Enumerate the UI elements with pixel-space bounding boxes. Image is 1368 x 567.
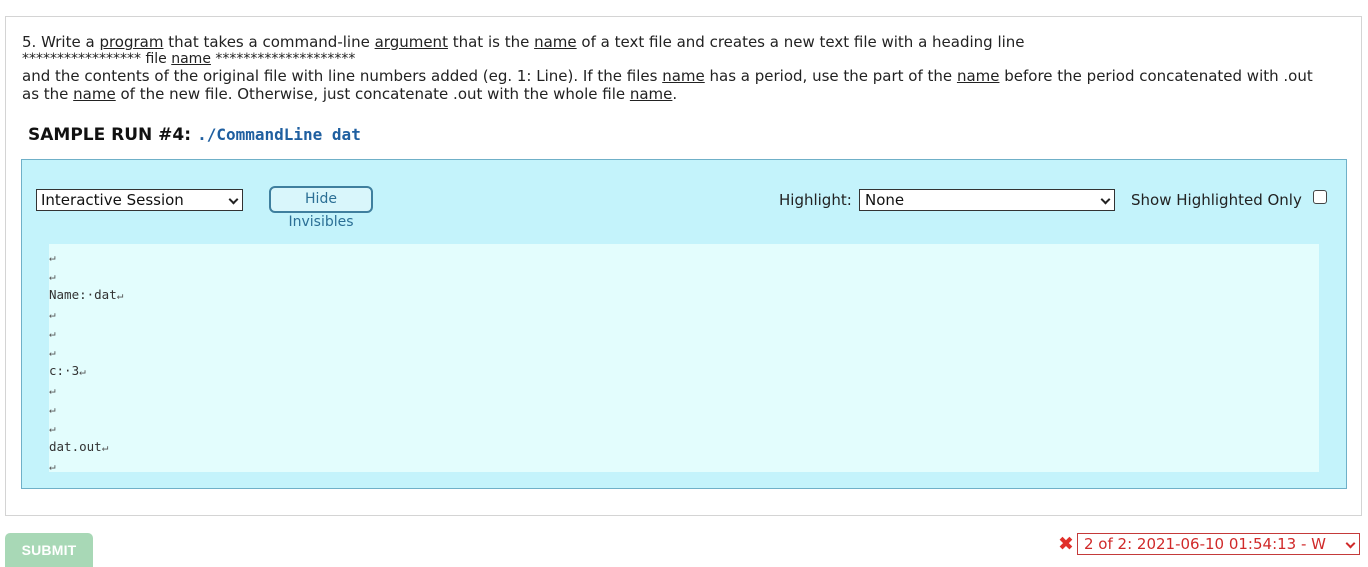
submission-version-value: 2 of 2: 2021-06-10 01:54:13 - W xyxy=(1084,535,1326,553)
chevron-down-icon xyxy=(1345,538,1356,549)
link-name[interactable]: name xyxy=(630,85,673,103)
text-segment: as the xyxy=(22,85,74,103)
session-type-select[interactable]: Interactive Session xyxy=(36,189,243,211)
output-line: ↵ xyxy=(49,323,56,342)
return-icon: ↵ xyxy=(116,289,124,302)
return-icon: ↵ xyxy=(49,384,56,397)
output-line: Name:·dat↵ xyxy=(49,285,123,304)
link-name-heading[interactable]: name xyxy=(171,51,211,67)
session-output: ↵ ↵ Name:·dat↵ ↵ ↵ ↵ c:·3↵ ↵ ↵ ↵ dat.out↵ ↵ xyxy=(49,244,1319,475)
return-icon: ↵ xyxy=(49,460,56,473)
problem-line-2: and the contents of the original file wi… xyxy=(22,67,1342,85)
hide-invisibles-button[interactable]: Hide Invisibles xyxy=(269,186,373,230)
output-line: ↵ xyxy=(49,456,56,475)
output-line: ↵ xyxy=(49,342,56,361)
highlight-select[interactable]: None xyxy=(859,189,1115,211)
link-name[interactable]: name xyxy=(957,67,1000,85)
output-line: ↵ xyxy=(49,380,56,399)
sample-run-title: SAMPLE RUN #4: xyxy=(28,125,192,145)
output-line: ↵ xyxy=(49,399,56,418)
return-icon: ↵ xyxy=(49,270,56,283)
session-panel: Interactive Session Hide Invisibles High… xyxy=(21,159,1347,489)
output-line-text: Name:·dat xyxy=(49,287,117,302)
link-program[interactable]: program xyxy=(99,33,163,51)
chevron-down-icon xyxy=(1100,194,1111,205)
heading-line-example: ***************** file name ************… xyxy=(22,51,1342,67)
show-highlighted-only-checkbox[interactable] xyxy=(1313,190,1327,204)
link-name[interactable]: name xyxy=(662,67,705,85)
text-segment: that is the xyxy=(447,33,535,51)
output-line: dat.out↵ xyxy=(49,437,108,456)
text-segment: Write a xyxy=(41,33,100,51)
output-line: ↵ xyxy=(49,418,56,437)
output-line-text: dat.out xyxy=(49,439,102,454)
close-icon: ✖ xyxy=(1058,533,1074,555)
sample-run-command: ./CommandLine dat xyxy=(197,125,361,144)
session-type-value: Interactive Session xyxy=(41,191,184,209)
text-segment: has a period, use the part of the xyxy=(704,67,957,85)
return-icon: ↵ xyxy=(49,327,56,340)
link-name[interactable]: name xyxy=(73,85,116,103)
show-highlighted-only-label: Show Highlighted Only xyxy=(1131,191,1302,209)
sample-run-heading: SAMPLE RUN #4: ./CommandLine dat xyxy=(28,125,361,145)
return-icon: ↵ xyxy=(101,441,109,454)
text-segment: and the contents of the original file wi… xyxy=(22,67,663,85)
link-argument[interactable]: argument xyxy=(375,33,448,51)
return-icon: ↵ xyxy=(49,422,56,435)
link-name[interactable]: name xyxy=(534,33,577,51)
highlight-value: None xyxy=(865,191,905,209)
heading-word-file: file xyxy=(145,51,167,67)
output-line: ↵ xyxy=(49,247,56,266)
problem-line-1: 5. Write a program that takes a command-… xyxy=(22,33,1342,51)
output-line: c:·3↵ xyxy=(49,361,86,380)
return-icon: ↵ xyxy=(49,346,56,359)
return-icon: ↵ xyxy=(49,251,56,264)
highlight-label: Highlight: xyxy=(779,191,852,209)
problem-description: 5. Write a program that takes a command-… xyxy=(22,33,1342,103)
text-segment: of the new file. Otherwise, just concate… xyxy=(115,85,630,103)
submission-version-select[interactable]: 2 of 2: 2021-06-10 01:54:13 - W xyxy=(1077,533,1360,555)
submit-button[interactable]: SUBMIT xyxy=(5,533,93,567)
problem-number: 5. xyxy=(22,33,37,51)
text-segment: before the period concatenated with .out xyxy=(999,67,1313,85)
problem-panel: 5. Write a program that takes a command-… xyxy=(5,16,1362,516)
return-icon: ↵ xyxy=(49,308,56,321)
text-segment: . xyxy=(672,85,678,103)
output-line: ↵ xyxy=(49,266,56,285)
text-segment: of a text file and creates a new text fi… xyxy=(576,33,1025,51)
output-line-text: c:·3 xyxy=(49,363,80,378)
problem-line-3: as the name of the new file. Otherwise, … xyxy=(22,85,1342,103)
return-icon: ↵ xyxy=(49,403,56,416)
chevron-down-icon xyxy=(228,194,239,205)
heading-stars-left: ***************** xyxy=(22,51,141,67)
output-line: ↵ xyxy=(49,304,56,323)
text-segment: that takes a command-line xyxy=(163,33,375,51)
heading-stars-right: ******************** xyxy=(215,51,356,67)
return-icon: ↵ xyxy=(79,365,86,378)
